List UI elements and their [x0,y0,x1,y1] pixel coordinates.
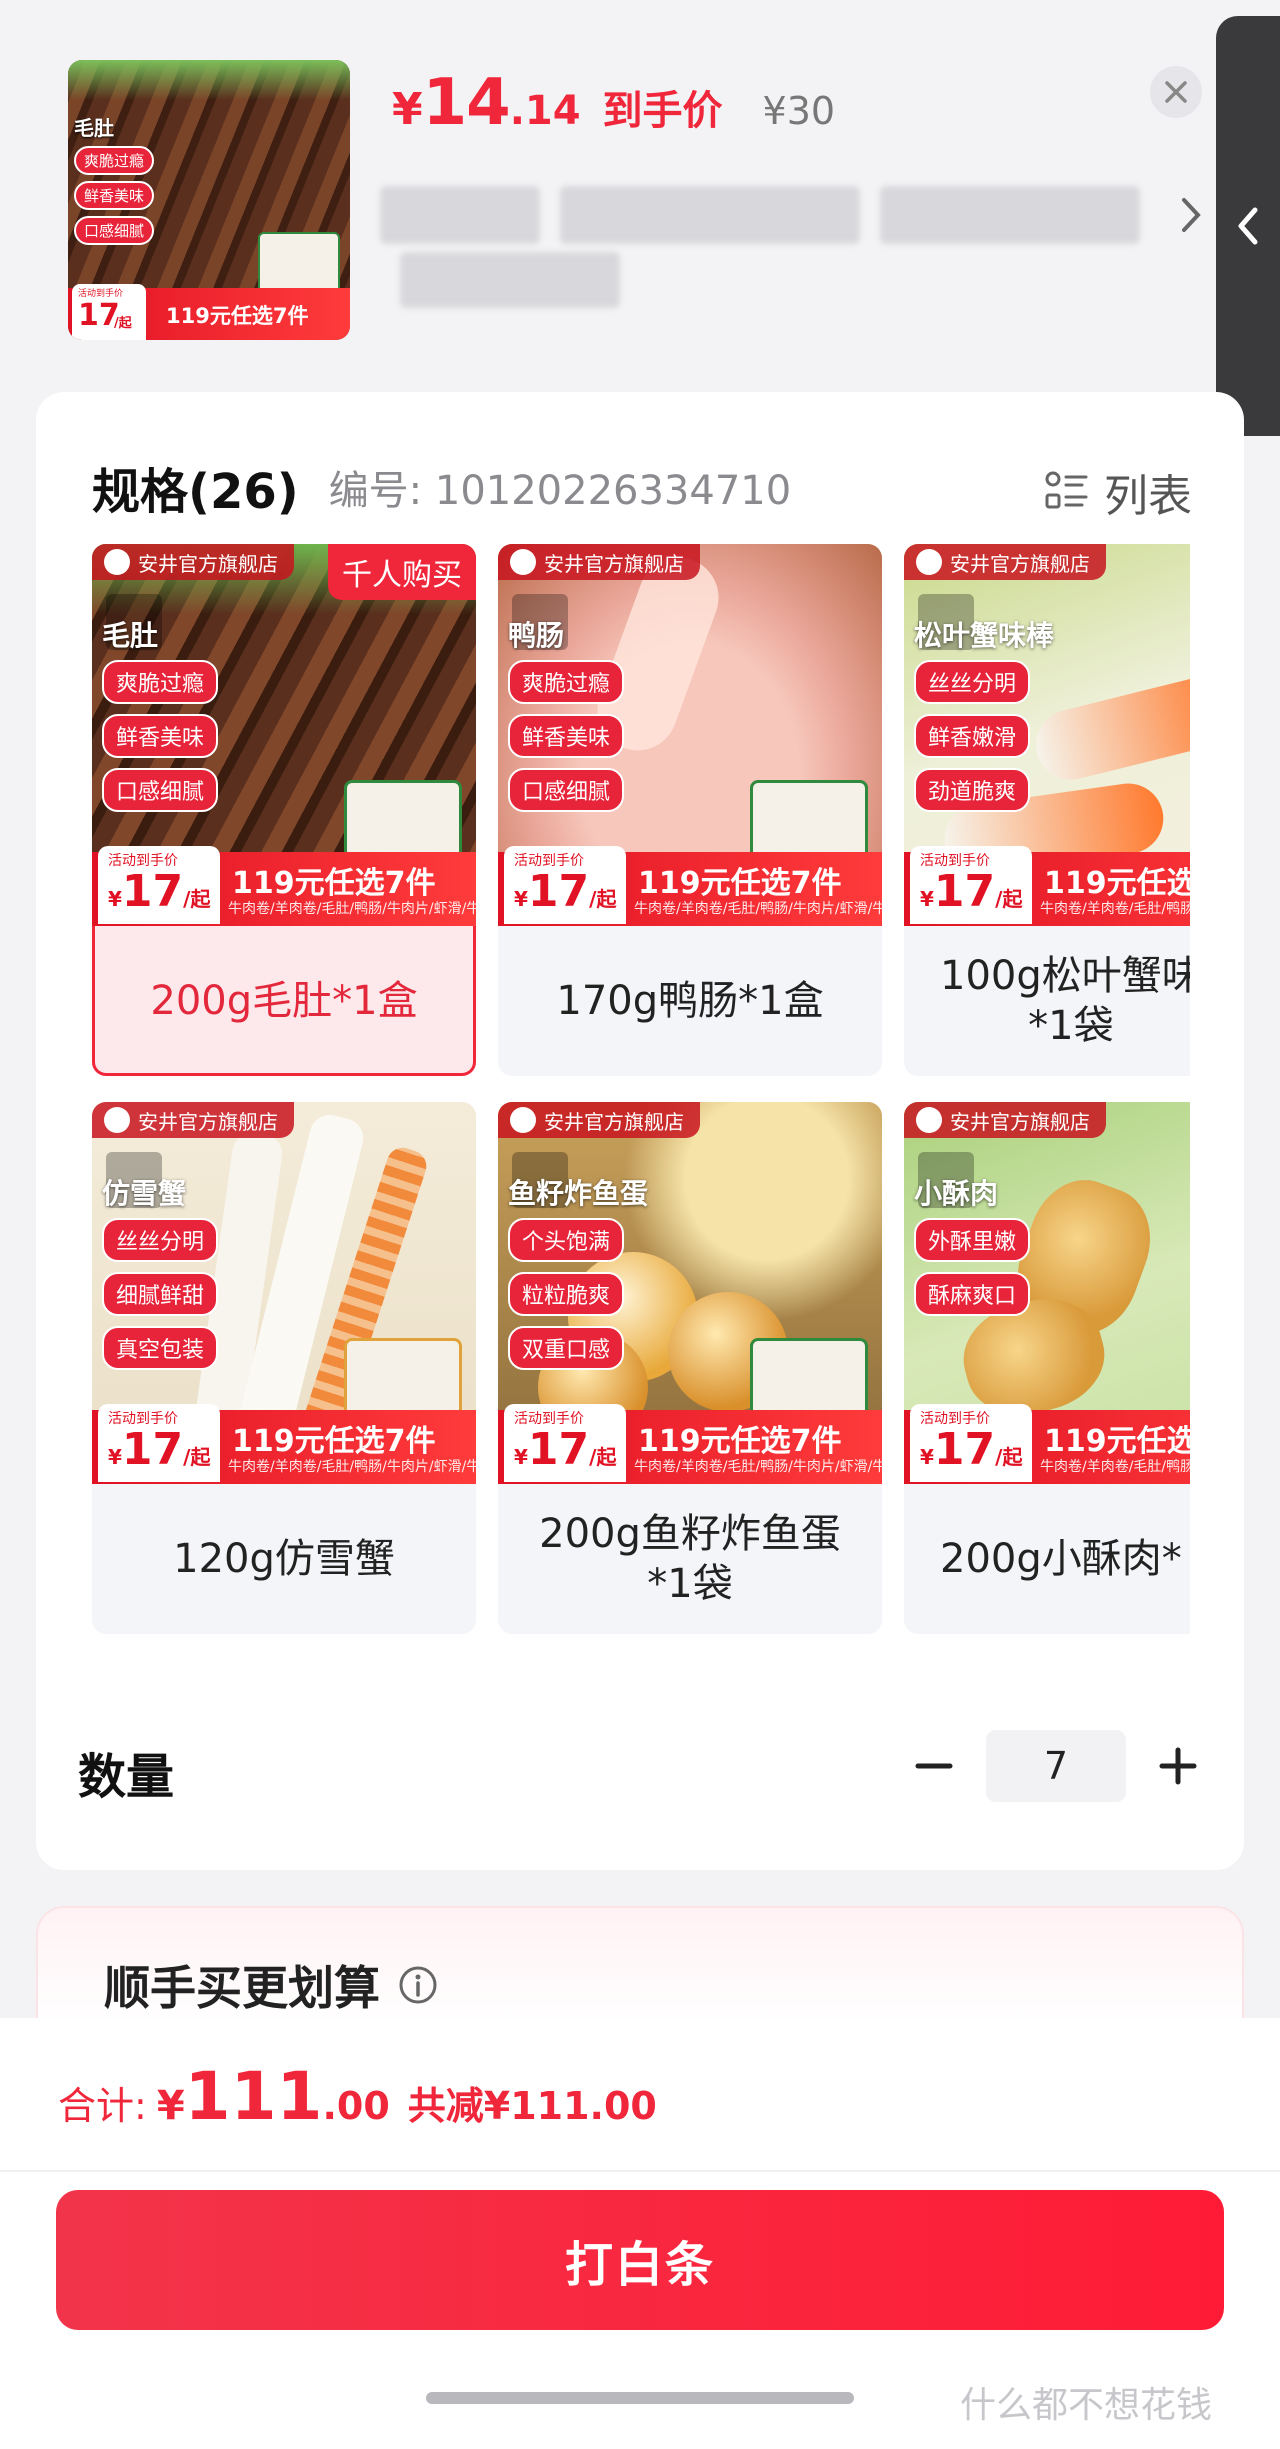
divider [0,2170,1280,2172]
list-view-toggle[interactable]: 列表 [1044,460,1192,524]
original-price: ¥30 [762,89,836,133]
decrease-button[interactable] [904,1736,964,1796]
hot-badge: 千人购买 [328,544,476,600]
variant-caption: 170g鸭肠*1盒 [556,978,824,1024]
promo-strip: 活动到手价¥17/起 119元任选7件 牛肉卷/羊肉卷/毛肚/鸭肠/牛肉片/虾滑… [904,1404,1190,1484]
thumb-name: 毛肚 [74,116,114,140]
thumb-promo-strip: 活动到手价 17 /起 119元任选7件 [68,284,350,340]
variant-name: 鱼籽炸鱼蛋 [508,1177,649,1210]
addon-title: 顺手买更划算 [104,1961,380,2015]
total-label: 合计: [58,2084,147,2128]
quantity-label: 数量 [78,1749,175,1805]
store-tag: 安井官方旗舰店 [498,544,700,580]
product-thumbnail[interactable]: 毛肚 爽脆过瘾 鲜香美味 口感细腻 活动到手价 17 /起 119元任选7件 [68,60,350,340]
total-integer: 111 [184,2058,323,2135]
variant-grid: 安井官方旗舰店 毛肚 爽脆过瘾 鲜香美味 口感细腻 千人购买 活动到手价 ¥17/… [92,544,1190,1654]
variant-caption: 200g毛肚*1盒 [150,978,418,1024]
variant-caption: 120g仿雪蟹 [173,1536,395,1582]
total-savings: 共减¥111.00 [407,2084,657,2128]
spec-code: 编号: 10120226334710 [328,468,792,514]
total-decimal: .00 [322,2084,390,2128]
product-summary-header: 毛肚 爽脆过瘾 鲜香美味 口感细腻 活动到手价 17 /起 119元任选7件 ¥… [0,0,1280,436]
feature-chip: 鲜香美味 [508,714,625,758]
feature-chip: 口感细腻 [102,768,219,812]
variant-tile-imitation-crab[interactable]: 安井官方旗舰店 仿雪蟹 丝丝分明 细腻鲜甜 真空包装 活动到手价 ¥17/起 11… [92,1102,476,1634]
store-tag: 安井官方旗舰店 [904,544,1106,580]
list-label: 列表 [1104,471,1192,522]
addon-card: 顺手买更划算 [36,1906,1244,2026]
store-tag: 安井官方旗舰店 [92,544,294,580]
quantity-row: 数量 7 [78,1722,1208,1822]
spec-header: 规格(26) 编号: 10120226334710 列表 [92,452,1232,522]
feature-chip: 细腻鲜甜 [102,1272,219,1316]
thumb-chip: 爽脆过瘾 [74,146,155,175]
feature-chip: 外酥里嫩 [914,1218,1031,1262]
variant-caption: 200g鱼籽炸鱼蛋 *1袋 [539,1511,841,1607]
feature-chip: 爽脆过瘾 [102,660,219,704]
variant-name: 小酥肉 [914,1177,999,1210]
feature-chip: 酥麻爽口 [914,1272,1031,1316]
spec-card: 规格(26) 编号: 10120226334710 列表 安井官方旗舰店 毛肚 … [36,392,1244,1870]
list-icon [1045,471,1088,509]
store-tag: 安井官方旗舰店 [498,1102,700,1138]
variant-tile-crab-stick[interactable]: 安井官方旗舰店 松叶蟹味棒 丝丝分明 鲜香嫩滑 劲道脆爽 活动到手价 ¥17/起 … [904,544,1190,1076]
increase-button[interactable] [1148,1736,1208,1796]
feature-chip: 双重口感 [508,1326,625,1370]
feature-chip: 粒粒脆爽 [508,1272,625,1316]
info-icon[interactable] [398,1965,438,2005]
total-summary: 合计: ¥ 111 .00 共减¥111.00 [58,2058,657,2135]
thumb-chip: 口感细腻 [74,216,155,245]
price-decimal: .14 [509,88,581,134]
variant-name: 仿雪蟹 [102,1177,187,1210]
spec-title: 规格(26) [92,464,299,520]
quantity-input[interactable]: 7 [986,1730,1126,1802]
chevron-right-icon[interactable] [1176,190,1206,240]
feature-chip: 真空包装 [102,1326,219,1370]
variant-tile-fish-ball[interactable]: 安井官方旗舰店 鱼籽炸鱼蛋 个头饱满 粒粒脆爽 双重口感 活动到手价 ¥17/起 … [498,1102,882,1634]
variant-tile-duck-intestine[interactable]: 安井官方旗舰店 鸭肠 爽脆过瘾 鲜香美味 口感细腻 活动到手价 ¥17/起 119… [498,544,882,1076]
variant-name: 毛肚 [102,619,159,652]
watermark: 什么都不想花钱 [960,2385,1213,2426]
promo-strip: 活动到手价¥17/起 119元任选7件 牛肉卷/羊肉卷/毛肚/鸭肠/牛肉片/虾滑… [92,846,476,926]
feature-chip: 劲道脆爽 [914,768,1031,812]
variant-caption: 200g小酥肉* [940,1536,1182,1582]
promo-strip: 活动到手价¥17/起 119元任选7件 牛肉卷/羊肉卷/毛肚/鸭肠/牛肉片/虾滑… [904,846,1190,926]
price-row: ¥ 14 .14 到手价 ¥30 [392,66,835,146]
thumb-deal: 119元任选7件 [166,304,309,328]
close-icon [1165,81,1187,103]
variant-name: 鸭肠 [508,619,565,652]
variant-tile-crispy-pork[interactable]: 安井官方旗舰店 小酥肉 外酥里嫩 酥麻爽口 活动到手价¥17/起 119元任选7… [904,1102,1190,1634]
feature-chip: 个头饱满 [508,1218,625,1262]
chevron-left-icon [1238,207,1258,245]
feature-chip: 爽脆过瘾 [508,660,625,704]
promo-strip: 活动到手价¥17/起 119元任选7件 牛肉卷/羊肉卷/毛肚/鸭肠/牛肉片/虾滑… [498,1404,882,1484]
feature-chip: 口感细腻 [508,768,625,812]
thumb-chip: 鲜香美味 [74,181,155,210]
close-button[interactable] [1150,66,1202,118]
minus-icon [915,1763,953,1769]
feature-chip: 丝丝分明 [914,660,1031,704]
variant-tile-tripe[interactable]: 安井官方旗舰店 毛肚 爽脆过瘾 鲜香美味 口感细腻 千人购买 活动到手价 ¥17/… [92,544,476,1076]
promo-strip: 活动到手价¥17/起 119元任选7件 牛肉卷/羊肉卷/毛肚/鸭肠/牛肉片/虾滑… [498,846,882,926]
quantity-stepper: 7 [904,1730,1208,1802]
variant-caption: 100g松叶蟹味 *1袋 [940,953,1190,1049]
total-currency: ¥ [156,2083,185,2129]
promo-strip: 活动到手价¥17/起 119元任选7件 牛肉卷/羊肉卷/毛肚/鸭肠/牛肉片/虾滑… [92,1404,476,1484]
feature-chip: 鲜香美味 [102,714,219,758]
side-panel-tab[interactable] [1216,16,1280,436]
variant-name: 松叶蟹味棒 [914,619,1055,652]
thumb-badge-unit: /起 [114,316,132,331]
price-integer: 14 [422,66,511,140]
price-currency: ¥ [392,84,423,135]
feature-chip: 鲜香嫩滑 [914,714,1031,758]
price-label: 到手价 [602,88,723,134]
package-image [258,232,340,294]
store-tag: 安井官方旗舰店 [92,1102,294,1138]
plus-icon [1159,1747,1197,1785]
pay-with-baitiao-button[interactable]: 打白条 [56,2190,1224,2330]
home-indicator[interactable] [426,2392,854,2404]
feature-chip: 丝丝分明 [102,1218,219,1262]
store-tag: 安井官方旗舰店 [904,1102,1106,1138]
